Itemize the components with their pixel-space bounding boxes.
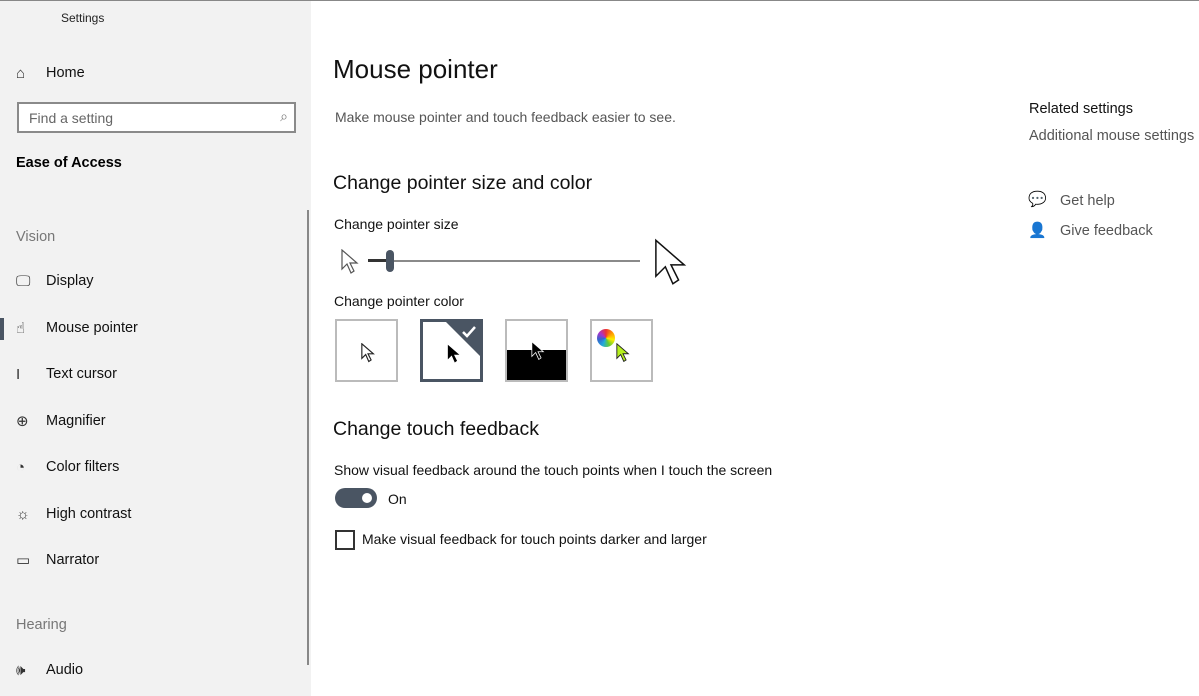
group-vision: Vision — [16, 229, 56, 245]
sidebar-scrollbar[interactable] — [307, 210, 309, 665]
touch-feedback-toggle[interactable] — [335, 488, 377, 508]
item-label: Magnifier — [46, 413, 106, 429]
color-option-black[interactable] — [420, 319, 483, 382]
size-slider-track[interactable] — [368, 260, 640, 262]
item-label: Text cursor — [46, 366, 117, 382]
help-icon: 💬 — [1028, 191, 1047, 208]
item-label: Display — [46, 273, 94, 289]
touch-feedback-label: Show visual feedback around the touch po… — [334, 462, 773, 478]
item-label: Narrator — [46, 552, 100, 568]
size-label: Change pointer size — [334, 216, 459, 232]
text-cursor-icon: I — [16, 365, 21, 383]
black-pointer-icon — [447, 344, 460, 363]
item-label: Mouse pointer — [46, 320, 138, 336]
home-icon: ⌂ — [16, 64, 26, 82]
mouse-pointer-icon: ☝ — [16, 320, 26, 337]
sun-icon: ☼ — [16, 505, 30, 523]
get-help-link[interactable]: Get help — [1060, 193, 1115, 209]
checkbox-label: Make visual feedback for touch points da… — [362, 531, 707, 547]
sidebar-item-color-filters[interactable]: ◔ Color filters — [0, 449, 300, 485]
color-label: Change pointer color — [334, 293, 464, 309]
color-option-custom[interactable] — [590, 319, 653, 382]
sidebar-item-home[interactable]: ⌂ Home — [0, 55, 300, 91]
search-icon[interactable]: ⌕ — [280, 108, 288, 125]
sidebar-item-mouse-pointer[interactable]: ☝ Mouse pointer — [0, 310, 300, 346]
sidebar-item-narrator[interactable]: ▭ Narrator — [0, 542, 300, 578]
monitor-icon: 🖵 — [16, 272, 31, 290]
additional-mouse-settings-link[interactable]: Additional mouse settings — [1029, 128, 1194, 144]
custom-pointer-icon — [616, 343, 630, 363]
white-pointer-icon — [361, 343, 375, 363]
large-pointer-icon — [655, 238, 687, 285]
item-label: Audio — [46, 662, 84, 678]
small-pointer-icon — [341, 249, 359, 274]
page-subtitle: Make mouse pointer and touch feedback ea… — [335, 109, 676, 125]
page-title: Mouse pointer — [333, 54, 498, 84]
related-settings-title: Related settings — [1029, 101, 1133, 117]
main-content: Mouse pointer Make mouse pointer and tou… — [311, 0, 1199, 696]
palette-icon: ◔ — [16, 458, 26, 476]
color-option-white[interactable] — [335, 319, 398, 382]
magnifier-icon: ⊕ — [16, 413, 29, 430]
darker-feedback-checkbox[interactable] — [335, 530, 355, 550]
sidebar-item-high-contrast[interactable]: ☼ High contrast — [0, 496, 300, 532]
size-slider-thumb[interactable] — [385, 250, 394, 272]
group-hearing: Hearing — [16, 617, 67, 633]
section-pointer-heading: Change pointer size and color — [333, 172, 593, 194]
feedback-icon: 👤 — [1028, 222, 1047, 239]
section-touch-heading: Change touch feedback — [333, 418, 539, 440]
search-placeholder: Find a setting — [29, 110, 114, 126]
item-label: Color filters — [46, 459, 120, 475]
sidebar: Settings ⌂ Home Find a setting ⌕ Ease of A… — [0, 1, 311, 696]
section-title: Ease of Access — [16, 155, 122, 171]
toggle-state: On — [388, 491, 407, 507]
color-wheel-icon — [597, 329, 615, 347]
color-option-inverted[interactable] — [505, 319, 568, 382]
sidebar-item-display[interactable]: 🖵 Display — [0, 263, 300, 299]
inverted-pointer-icon — [531, 341, 545, 361]
search-input[interactable]: Find a setting ⌕ — [17, 102, 296, 133]
speaker-icon: 🕪 — [16, 661, 26, 679]
window-title: Settings — [61, 11, 105, 25]
sidebar-item-magnifier[interactable]: ⊕ Magnifier — [0, 403, 300, 439]
item-label: High contrast — [46, 506, 132, 522]
give-feedback-link[interactable]: Give feedback — [1060, 223, 1153, 239]
sidebar-item-text-cursor[interactable]: I Text cursor — [0, 356, 300, 392]
home-label: Home — [46, 65, 85, 81]
sidebar-item-audio[interactable]: 🕪 Audio — [0, 652, 300, 688]
narrator-icon: ▭ — [16, 552, 31, 569]
